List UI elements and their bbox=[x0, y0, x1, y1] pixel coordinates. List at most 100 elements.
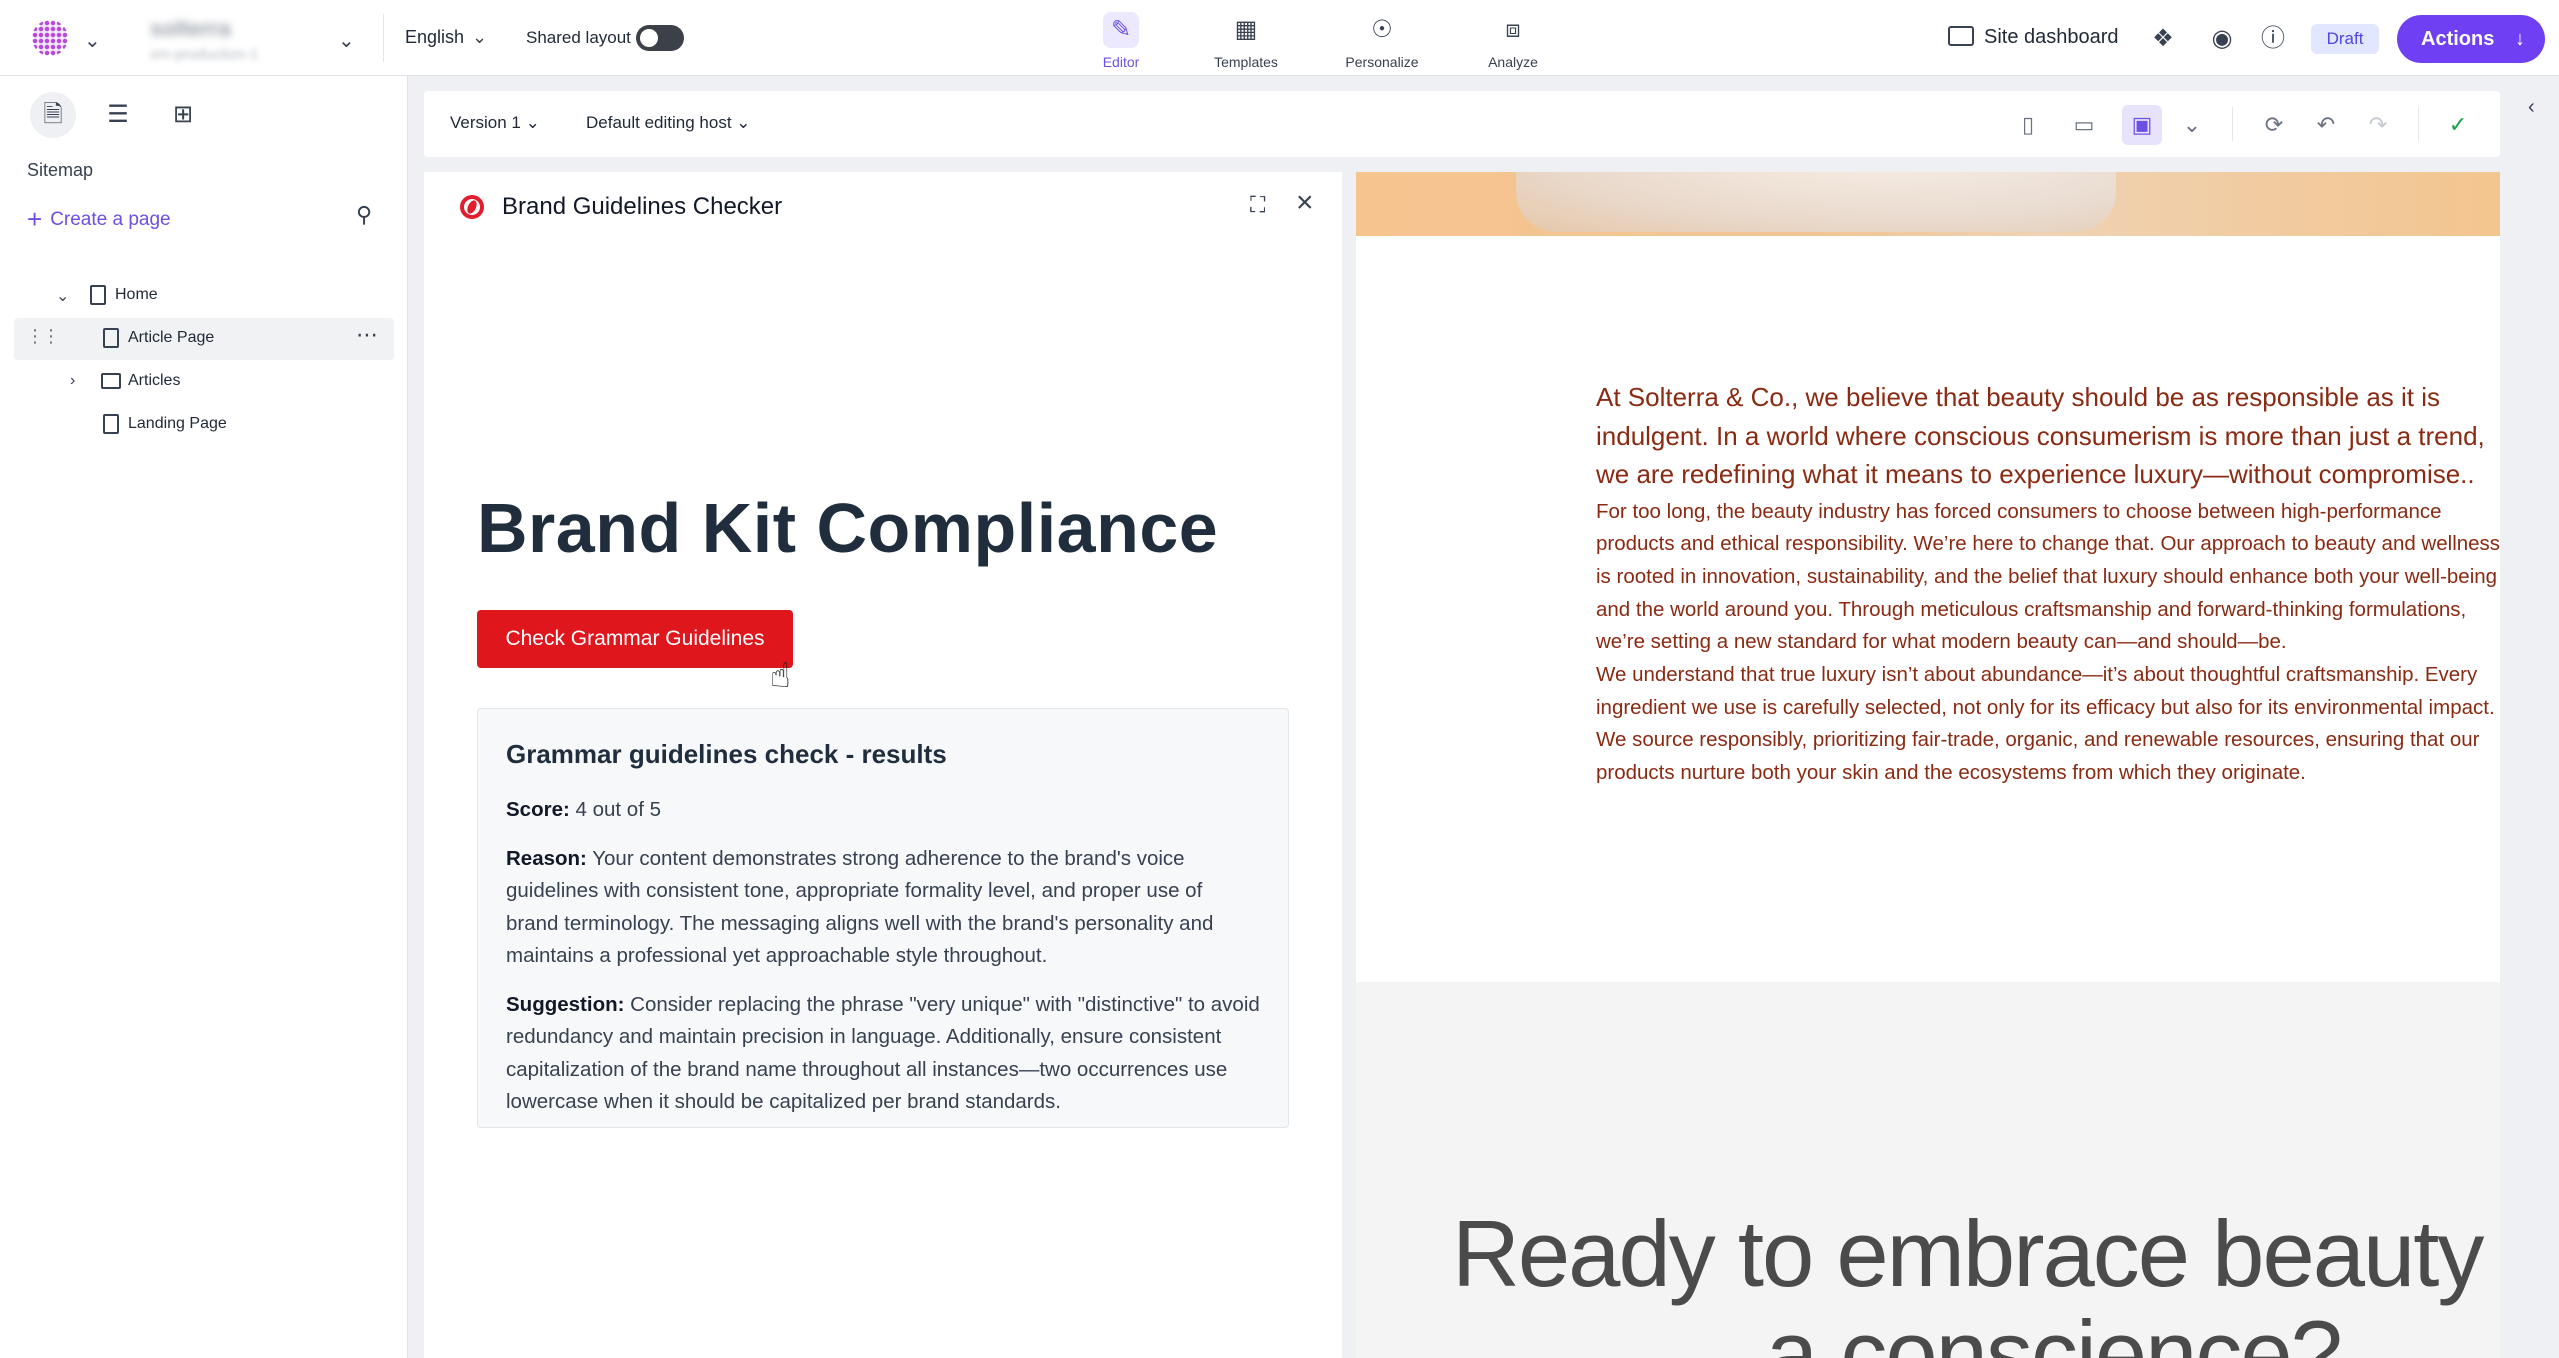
top-bar: ⌄ solterra xm-production-1 ⌄ English ⌄ S… bbox=[0, 0, 2559, 76]
editing-host-select[interactable]: Default editing host ⌄ bbox=[586, 113, 751, 133]
body-paragraph[interactable]: We understand that true luxury isn’t abo… bbox=[1596, 659, 2500, 790]
divider bbox=[2232, 107, 2233, 141]
cta-section bbox=[1356, 982, 2500, 1358]
version-select[interactable]: Version 1 ⌄ bbox=[450, 113, 540, 133]
eye-icon[interactable]: ◉ bbox=[2205, 22, 2239, 56]
shared-layout-label: Shared layout bbox=[526, 28, 631, 47]
tree-item-label: Article Page bbox=[128, 329, 215, 346]
refresh-icon[interactable]: ⟳ bbox=[2254, 105, 2294, 145]
puzzle-icon[interactable]: ❖ bbox=[2146, 22, 2180, 56]
tenant-environment: xm-production-1 bbox=[150, 46, 259, 63]
editor-toolbar: Version 1 ⌄ Default editing host ⌄ ▯ ▭ ▣… bbox=[424, 91, 2500, 157]
reason-text: Your content demonstrates strong adheren… bbox=[506, 846, 1214, 968]
create-page-label: Create a page bbox=[50, 209, 171, 230]
results-title: Grammar guidelines check - results bbox=[506, 739, 947, 769]
hand-pointer-icon: ☝ bbox=[770, 657, 791, 695]
rich-text-block[interactable]: At Solterra & Co., we believe that beaut… bbox=[1596, 378, 2500, 790]
sidebar-tab-layers[interactable]: ☰ bbox=[95, 92, 141, 138]
app-logo-icon[interactable] bbox=[32, 20, 68, 56]
reason-label: Reason: bbox=[506, 846, 587, 870]
page-icon bbox=[103, 414, 119, 434]
create-page-button[interactable]: + Create a page bbox=[27, 204, 171, 235]
arrow-down-icon: ↓ bbox=[2515, 28, 2525, 50]
plus-icon: + bbox=[27, 204, 43, 234]
device-chevron-down-icon[interactable]: ⌄ bbox=[2172, 105, 2212, 145]
status-badge: Draft bbox=[2311, 24, 2379, 54]
score-value: 4 out of 5 bbox=[575, 798, 661, 821]
chevron-down-icon[interactable]: ⌄ bbox=[56, 286, 69, 306]
tenant-name: solterra bbox=[150, 16, 231, 41]
editing-host-label: Default editing host bbox=[586, 113, 732, 132]
sitemap-sidebar: 🗎 ☰ ⊞ Sitemap + Create a page ⚲ ⌄ Home ⋮⋮… bbox=[0, 76, 408, 1358]
shared-layout-toggle[interactable] bbox=[636, 25, 684, 51]
tree-item-landing-page[interactable]: Landing Page bbox=[14, 404, 394, 446]
version-label: Version 1 bbox=[450, 113, 521, 132]
hero-image[interactable] bbox=[1356, 172, 2500, 236]
close-icon[interactable]: × bbox=[1296, 186, 1314, 220]
tree-item-article-page[interactable]: ⋮⋮ Article Page ⋯ bbox=[14, 318, 394, 360]
chevron-left-icon[interactable]: ‹ bbox=[2528, 96, 2535, 119]
brand-kit-heading: Brand Kit Compliance bbox=[477, 489, 1219, 567]
redo-icon[interactable]: ↷ bbox=[2358, 105, 2398, 145]
templates-icon: ▦ bbox=[1234, 16, 1258, 43]
results-card: Grammar guidelines check - results Score… bbox=[477, 708, 1289, 1128]
tab-analyze-label: Analyze bbox=[1488, 54, 1538, 70]
suggestion: Suggestion: Consider replacing the phras… bbox=[506, 989, 1260, 1119]
chevron-right-icon[interactable]: › bbox=[70, 372, 75, 390]
actions-label: Actions bbox=[2421, 28, 2495, 50]
mobile-device-icon[interactable]: ▯ bbox=[2008, 105, 2048, 145]
site-dashboard-label: Site dashboard bbox=[1984, 26, 2119, 48]
undo-icon[interactable]: ↶ bbox=[2306, 105, 2346, 145]
check-grammar-button[interactable]: Check Grammar Guidelines bbox=[477, 610, 793, 668]
editor-icon: ✎ bbox=[1103, 12, 1139, 48]
tablet-device-icon[interactable]: ▭ bbox=[2064, 105, 2104, 145]
suggestion-label: Suggestion: bbox=[506, 992, 625, 1016]
language-chevron-down-icon[interactable]: ⌄ bbox=[472, 27, 487, 48]
expand-icon[interactable]: ⛶ bbox=[1250, 192, 1265, 218]
tab-personalize-label: Personalize bbox=[1345, 54, 1419, 70]
tree-item-articles[interactable]: › Articles bbox=[14, 361, 394, 403]
site-dashboard-button[interactable]: Site dashboard bbox=[1948, 26, 2119, 49]
panel-title: Brand Guidelines Checker bbox=[502, 193, 783, 220]
tree-item-home[interactable]: ⌄ Home bbox=[14, 275, 394, 317]
check-icon[interactable]: ✓ bbox=[2438, 105, 2478, 145]
score: Score: 4 out of 5 bbox=[506, 794, 1260, 827]
analyze-icon: ⧈ bbox=[1505, 16, 1521, 43]
tab-editor-label: Editor bbox=[1102, 54, 1140, 70]
tab-editor[interactable]: ✎ Editor bbox=[1061, 6, 1181, 70]
score-label: Score: bbox=[506, 798, 570, 821]
tab-templates[interactable]: ▦ Templates bbox=[1186, 6, 1306, 70]
lead-paragraph[interactable]: At Solterra & Co., we believe that beaut… bbox=[1596, 378, 2500, 494]
divider bbox=[383, 14, 384, 62]
page-icon bbox=[90, 285, 106, 305]
tree-item-label: Landing Page bbox=[128, 415, 227, 432]
search-icon[interactable]: ⚲ bbox=[356, 202, 372, 228]
page-preview-canvas[interactable]: At Solterra & Co., we believe that beaut… bbox=[1356, 172, 2500, 1358]
tree-item-label: Articles bbox=[128, 372, 181, 389]
more-options-icon[interactable]: ⋯ bbox=[356, 322, 378, 348]
language-select[interactable]: English bbox=[405, 27, 464, 48]
help-icon[interactable]: ⓘ bbox=[2256, 22, 2290, 56]
page-icon bbox=[103, 328, 119, 348]
personalize-icon: ☉ bbox=[1371, 16, 1393, 43]
drag-handle-icon[interactable]: ⋮⋮ bbox=[26, 326, 60, 347]
divider bbox=[2418, 107, 2419, 141]
actions-button[interactable]: Actions ↓ bbox=[2397, 15, 2545, 63]
tree-item-label: Home bbox=[115, 286, 158, 303]
reason: Reason: Your content demonstrates strong… bbox=[506, 843, 1260, 973]
body-paragraph[interactable]: For too long, the beauty industry has fo… bbox=[1596, 496, 2500, 660]
tenant-chevron-down-icon[interactable]: ⌄ bbox=[338, 28, 355, 53]
sidebar-tab-components[interactable]: ⊞ bbox=[160, 92, 206, 138]
tab-personalize[interactable]: ☉ Personalize bbox=[1322, 6, 1442, 70]
brand-guidelines-panel: Brand Guidelines Checker ⛶ × Brand Kit C… bbox=[424, 172, 1342, 1358]
app-switcher-chevron-down-icon[interactable]: ⌄ bbox=[84, 28, 101, 53]
tab-templates-label: Templates bbox=[1214, 54, 1278, 70]
sidebar-title: Sitemap bbox=[27, 160, 94, 180]
monitor-icon bbox=[1948, 26, 1974, 46]
tenant-switcher[interactable]: solterra xm-production-1 bbox=[150, 16, 330, 63]
brand-checker-logo-icon bbox=[460, 195, 484, 219]
desktop-device-icon[interactable]: ▣ bbox=[2122, 105, 2162, 145]
folder-icon bbox=[101, 373, 121, 389]
sidebar-tab-pages[interactable]: 🗎 bbox=[30, 92, 76, 138]
tab-analyze[interactable]: ⧈ Analyze bbox=[1453, 6, 1573, 70]
